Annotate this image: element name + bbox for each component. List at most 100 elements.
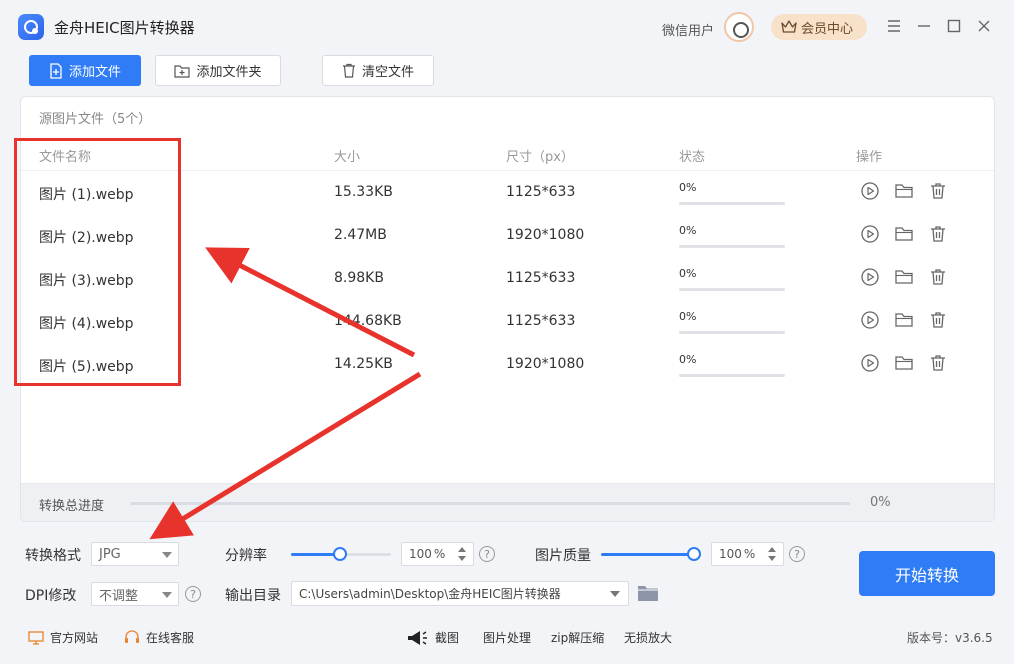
start-convert-button[interactable]: 开始转换 — [859, 551, 995, 596]
vip-center-label: 会员中心 — [801, 21, 854, 37]
file-status-percent: 0% — [679, 267, 697, 280]
image-process-tool[interactable]: 图片处理 — [483, 629, 531, 646]
file-status-percent: 0% — [679, 224, 697, 237]
folder-icon[interactable] — [894, 267, 914, 287]
stepper-up-icon[interactable] — [768, 547, 776, 552]
online-support-link[interactable]: 在线客服 — [124, 629, 194, 646]
quality-label: 图片质量 — [535, 548, 591, 564]
total-progress-percent: 0% — [870, 495, 891, 510]
format-select[interactable]: JPG — [91, 542, 179, 566]
quality-value: 100 — [719, 547, 742, 561]
quality-help-icon[interactable]: ? — [789, 546, 805, 562]
file-dimensions: 1125*633 — [506, 184, 576, 200]
clear-files-label: 清空文件 — [361, 65, 414, 80]
resolution-slider-fill — [291, 553, 339, 556]
folder-icon[interactable] — [894, 224, 914, 244]
open-folder-icon[interactable] — [637, 583, 659, 603]
app-title: 金舟HEIC图片转换器 — [54, 19, 195, 37]
quality-slider-handle[interactable] — [687, 547, 701, 561]
format-label: 转换格式 — [25, 548, 81, 564]
official-website-label: 官方网站 — [50, 631, 99, 645]
image-process-label: 图片处理 — [483, 631, 532, 645]
output-dir-label: 输出目录 — [225, 588, 281, 604]
file-dimensions: 1125*633 — [506, 270, 576, 286]
folder-icon[interactable] — [894, 353, 914, 373]
resolution-label: 分辨率 — [225, 548, 267, 564]
trash-icon[interactable] — [928, 267, 948, 287]
minimize-icon[interactable] — [912, 14, 936, 38]
quality-slider[interactable] — [601, 547, 701, 561]
play-icon[interactable] — [860, 310, 880, 330]
chevron-down-icon — [162, 592, 172, 598]
play-icon[interactable] — [860, 267, 880, 287]
version-label: 版本号：v3.6.5 — [907, 631, 993, 645]
format-value: JPG — [99, 546, 121, 562]
folder-icon[interactable] — [894, 310, 914, 330]
avatar[interactable] — [724, 12, 754, 42]
dpi-value: 不调整 — [99, 588, 139, 604]
quality-percent-sign: % — [743, 547, 756, 561]
column-header-actions: 操作 — [856, 150, 883, 165]
screenshot-label: 截图 — [435, 631, 460, 645]
close-icon[interactable] — [972, 14, 996, 38]
file-size: 8.98KB — [334, 270, 384, 286]
trash-icon — [342, 63, 355, 78]
app-logo-icon — [18, 14, 44, 40]
file-dimensions: 1920*1080 — [506, 227, 585, 243]
file-dimensions: 1125*633 — [506, 313, 576, 329]
clear-files-button[interactable]: 清空文件 — [322, 55, 434, 86]
upscale-tool[interactable]: 无损放大 — [624, 629, 672, 646]
menu-icon[interactable] — [882, 14, 906, 38]
dpi-select[interactable]: 不调整 — [91, 582, 179, 606]
file-progress-bar — [679, 374, 785, 377]
trash-icon[interactable] — [928, 181, 948, 201]
resolution-slider[interactable] — [291, 547, 391, 561]
trash-icon[interactable] — [928, 224, 948, 244]
annotation-highlight-box — [14, 138, 181, 386]
resolution-help-icon[interactable]: ? — [479, 546, 495, 562]
quality-slider-fill — [601, 553, 695, 556]
screenshot-tool[interactable]: 截图 — [407, 629, 459, 646]
play-icon[interactable] — [860, 181, 880, 201]
dpi-label: DPI修改 — [25, 588, 77, 604]
column-header-status: 状态 — [679, 150, 706, 165]
headset-icon — [125, 630, 139, 643]
chevron-down-icon — [610, 591, 620, 597]
add-file-button[interactable]: 添加文件 — [29, 55, 141, 86]
play-icon[interactable] — [860, 353, 880, 373]
resolution-slider-handle[interactable] — [333, 547, 347, 561]
official-website-link[interactable]: 官方网站 — [28, 629, 98, 646]
column-header-dimensions: 尺寸（px） — [506, 150, 574, 165]
zip-label: zip解压缩 — [551, 631, 605, 645]
file-size: 2.47MB — [334, 227, 387, 243]
total-progress-label: 转换总进度 — [39, 499, 105, 514]
megaphone-icon — [408, 630, 427, 645]
vip-center-button[interactable]: 会员中心 — [771, 14, 867, 40]
file-size: 15.33KB — [334, 184, 393, 200]
folder-icon[interactable] — [894, 181, 914, 201]
dpi-help-icon[interactable]: ? — [185, 586, 201, 602]
stepper-down-icon[interactable] — [458, 556, 466, 561]
total-progress-strip: 转换总进度 0% — [21, 483, 994, 521]
zip-tool[interactable]: zip解压缩 — [551, 629, 604, 646]
app-window: 金舟HEIC图片转换器 微信用户 会员中心 添加文件 添加文件夹 清空文件 源图… — [0, 0, 1014, 664]
output-dir-select[interactable]: C:\Users\admin\Desktop\金舟HEIC图片转换器 — [291, 581, 629, 606]
play-icon[interactable] — [860, 224, 880, 244]
resolution-stepper[interactable]: 100 % — [401, 542, 474, 566]
maximize-icon[interactable] — [942, 14, 966, 38]
add-folder-button[interactable]: 添加文件夹 — [155, 55, 281, 86]
stepper-down-icon[interactable] — [768, 556, 776, 561]
online-support-label: 在线客服 — [146, 631, 195, 645]
user-name[interactable]: 微信用户 — [662, 20, 714, 39]
trash-icon[interactable] — [928, 310, 948, 330]
output-dir-value: C:\Users\admin\Desktop\金舟HEIC图片转换器 — [299, 587, 561, 601]
add-file-label: 添加文件 — [68, 65, 121, 80]
file-status-percent: 0% — [679, 310, 697, 323]
file-dimensions: 1920*1080 — [506, 356, 585, 372]
stepper-up-icon[interactable] — [458, 547, 466, 552]
quality-stepper[interactable]: 100 % — [711, 542, 784, 566]
trash-icon[interactable] — [928, 353, 948, 373]
column-header-size: 大小 — [334, 150, 361, 165]
file-progress-bar — [679, 245, 785, 248]
panel-title: 源图片文件（5个） — [39, 112, 152, 127]
